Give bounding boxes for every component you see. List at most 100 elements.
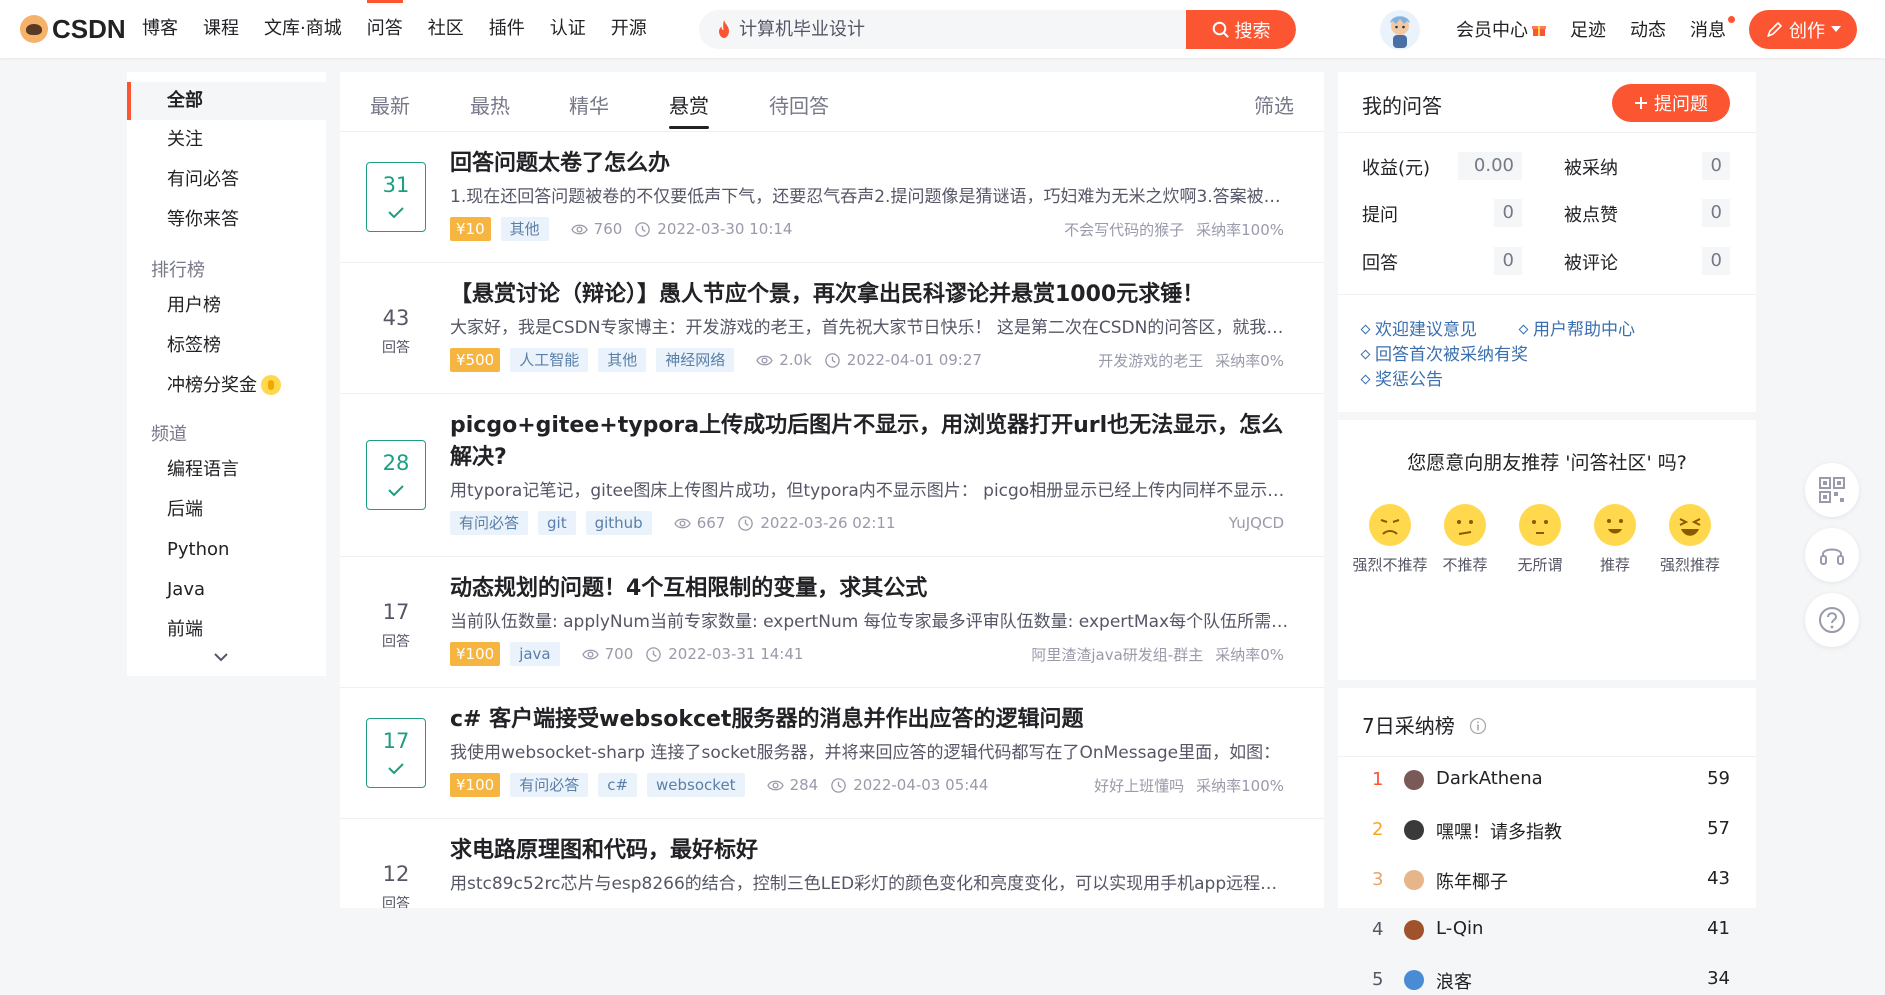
stat-value: 0.00 <box>1458 152 1522 180</box>
tag[interactable]: java <box>510 642 560 666</box>
tag[interactable]: 其他 <box>500 217 549 241</box>
question-item[interactable]: 12 回答 求电路原理图和代码，最好标好 用stc89c52rc芯片与esp82… <box>340 819 1324 908</box>
rating-option-strongly[interactable]: 强烈推荐 <box>1650 504 1730 575</box>
rank-user-name[interactable]: 陈年椰子 <box>1436 868 1508 894</box>
tag[interactable]: 神经网络 <box>656 348 735 372</box>
sidebar-item-bonus[interactable]: 冲榜分奖金 <box>127 367 326 405</box>
author-name[interactable]: 不会写代码的猴子 <box>1064 221 1184 239</box>
tag[interactable]: websocket <box>647 773 745 797</box>
sidebar-item-backend[interactable]: 后端 <box>127 491 326 529</box>
accept-rate: 采纳率100% <box>1196 220 1284 239</box>
activity-link[interactable]: 动态 <box>1630 16 1666 42</box>
author-name[interactable]: YuJQCD <box>1229 514 1284 532</box>
rating-option-not[interactable]: 不推荐 <box>1425 504 1505 575</box>
ranking-row[interactable]: 5 浪客 34 <box>1338 965 1756 995</box>
tag[interactable]: git <box>538 511 576 535</box>
filter-button[interactable]: 筛选 <box>1254 90 1294 119</box>
qr-code-button[interactable] <box>1805 463 1859 517</box>
tag[interactable]: 人工智能 <box>510 348 589 372</box>
view-count: 667 <box>696 514 726 532</box>
ask-question-button[interactable]: 提问题 <box>1612 84 1730 122</box>
rating-option-strongly-not[interactable]: 强烈不推荐 <box>1350 504 1430 575</box>
tag[interactable]: 其他 <box>598 348 647 372</box>
footprint-link[interactable]: 足迹 <box>1570 16 1606 42</box>
feedback-link[interactable]: 欢迎建议意见 <box>1360 315 1477 340</box>
question-item[interactable]: 17 回答 动态规划的问题！4个互相限制的变量，求其公式 当前队伍数量: app… <box>340 557 1324 688</box>
sidebar-item-must-answer[interactable]: 有问必答 <box>127 161 326 199</box>
create-button[interactable]: 创作 <box>1749 10 1857 49</box>
tab-featured[interactable]: 精华 <box>569 90 609 119</box>
question-item[interactable]: 17 c# 客户端接受websokcet服务器的消息并作出应答的逻辑问题 我使用… <box>340 688 1324 819</box>
rating-option-neutral[interactable]: 无所谓 <box>1500 504 1580 575</box>
bounty-badge: ¥10 <box>450 217 491 241</box>
question-title[interactable]: 回答问题太卷了怎么办 <box>450 148 1294 180</box>
help-button[interactable] <box>1805 593 1859 647</box>
sidebar-item-frontend[interactable]: 前端 <box>127 611 326 649</box>
stat-label: 提问 <box>1362 205 1398 226</box>
customer-service-button[interactable] <box>1805 528 1859 582</box>
info-icon[interactable] <box>1469 717 1487 735</box>
nav-open-source[interactable]: 开源 <box>611 0 647 58</box>
clock-icon <box>646 646 662 662</box>
rank-user-name[interactable]: 嘿嘿！请多指教 <box>1436 818 1562 844</box>
sidebar-item-tag-rank[interactable]: 标签榜 <box>127 327 326 365</box>
rating-option-recommend[interactable]: 推荐 <box>1575 504 1655 575</box>
rank-user-name[interactable]: L-Qin <box>1436 918 1483 939</box>
tab-hot[interactable]: 最热 <box>470 90 510 119</box>
nav-blog[interactable]: 博客 <box>142 0 178 58</box>
sidebar-item-following[interactable]: 关注 <box>127 121 326 159</box>
question-item[interactable]: 28 picgo+gitee+typora上传成功后图片不显示，用浏览器打开ur… <box>340 394 1324 557</box>
sidebar-item-waiting[interactable]: 等你来答 <box>127 201 326 239</box>
nav-courses[interactable]: 课程 <box>203 0 239 58</box>
first-accept-reward-link[interactable]: 回答首次被采纳有奖 <box>1360 340 1528 365</box>
user-avatar[interactable] <box>1380 10 1420 50</box>
question-title[interactable]: 动态规划的问题！4个互相限制的变量，求其公式 <box>450 573 1294 605</box>
author-name[interactable]: 开发游戏的老王 <box>1098 352 1203 370</box>
csdn-logo[interactable]: CSDN <box>20 14 126 44</box>
nav-qa[interactable]: 问答 <box>366 0 403 58</box>
smile-face-icon <box>1594 504 1636 546</box>
stat-value: 0 <box>1494 199 1522 227</box>
author-name[interactable]: 阿里渣渣java研发组-群主 <box>1031 646 1203 664</box>
rank-user-name[interactable]: DarkAthena <box>1436 768 1543 789</box>
sidebar-item-java[interactable]: Java <box>127 571 326 609</box>
sidebar-item-all[interactable]: 全部 <box>127 82 326 120</box>
tag[interactable]: 有问必答 <box>450 511 529 535</box>
rank-user-name[interactable]: 浪客 <box>1436 968 1472 994</box>
question-title[interactable]: 【悬赏讨论（辩论）】愚人节应个景，再次拿出民科谬论并悬赏1000元求锤！ <box>450 279 1294 311</box>
ranking-row[interactable]: 4 L-Qin 41 <box>1338 915 1756 945</box>
tag[interactable]: c# <box>598 773 638 797</box>
ranking-row[interactable]: 2 嘿嘿！请多指教 57 <box>1338 815 1756 845</box>
sidebar-item-programming[interactable]: 编程语言 <box>127 451 326 489</box>
help-center-link[interactable]: 用户帮助中心 <box>1518 315 1635 340</box>
question-title[interactable]: 求电路原理图和代码，最好标好 <box>450 835 1294 867</box>
nav-certification[interactable]: 认证 <box>550 0 586 58</box>
messages-link[interactable]: 消息 <box>1690 16 1735 42</box>
tab-bounty[interactable]: 悬赏 <box>669 90 709 129</box>
reward-penalty-link[interactable]: 奖惩公告 <box>1360 365 1443 390</box>
tag[interactable]: 有问必答 <box>510 773 589 797</box>
question-title[interactable]: c# 客户端接受websokcet服务器的消息并作出应答的逻辑问题 <box>450 704 1294 736</box>
ranking-row[interactable]: 1 DarkAthena 59 <box>1338 765 1756 795</box>
view-count: 700 <box>604 645 634 663</box>
tab-unanswered[interactable]: 待回答 <box>769 90 829 119</box>
question-item[interactable]: 43 回答 【悬赏讨论（辩论）】愚人节应个景，再次拿出民科谬论并悬赏1000元求… <box>340 263 1324 394</box>
tag[interactable]: github <box>585 511 652 535</box>
ranking-row[interactable]: 3 陈年椰子 43 <box>1338 865 1756 895</box>
vip-center-link[interactable]: 会员中心 <box>1456 16 1546 42</box>
question-desc: 我使用websocket-sharp 连接了socket服务器，并将来回应答的逻… <box>450 743 1281 763</box>
author-name[interactable]: 好好上班懂吗 <box>1094 777 1184 795</box>
search-button[interactable]: 搜索 <box>1186 10 1296 49</box>
nav-library-mall[interactable]: 文库·商城 <box>264 0 342 58</box>
question-item[interactable]: 31 回答问题太卷了怎么办 1.现在还回答问题被卷的不仅要低声下气，还要忍气吞声… <box>340 132 1324 263</box>
sidebar-item-python[interactable]: Python <box>127 531 326 569</box>
nav-community[interactable]: 社区 <box>428 0 464 58</box>
rank-number: 5 <box>1372 969 1384 990</box>
question-title[interactable]: picgo+gitee+typora上传成功后图片不显示，用浏览器打开url也无… <box>450 410 1294 474</box>
tab-latest[interactable]: 最新 <box>370 90 410 119</box>
nav-plugins[interactable]: 插件 <box>489 0 525 58</box>
expand-chevron-icon[interactable] <box>214 652 228 662</box>
stat-value: 0 <box>1702 152 1730 180</box>
sidebar-item-user-rank[interactable]: 用户榜 <box>127 287 326 325</box>
search-input[interactable] <box>739 10 1179 49</box>
